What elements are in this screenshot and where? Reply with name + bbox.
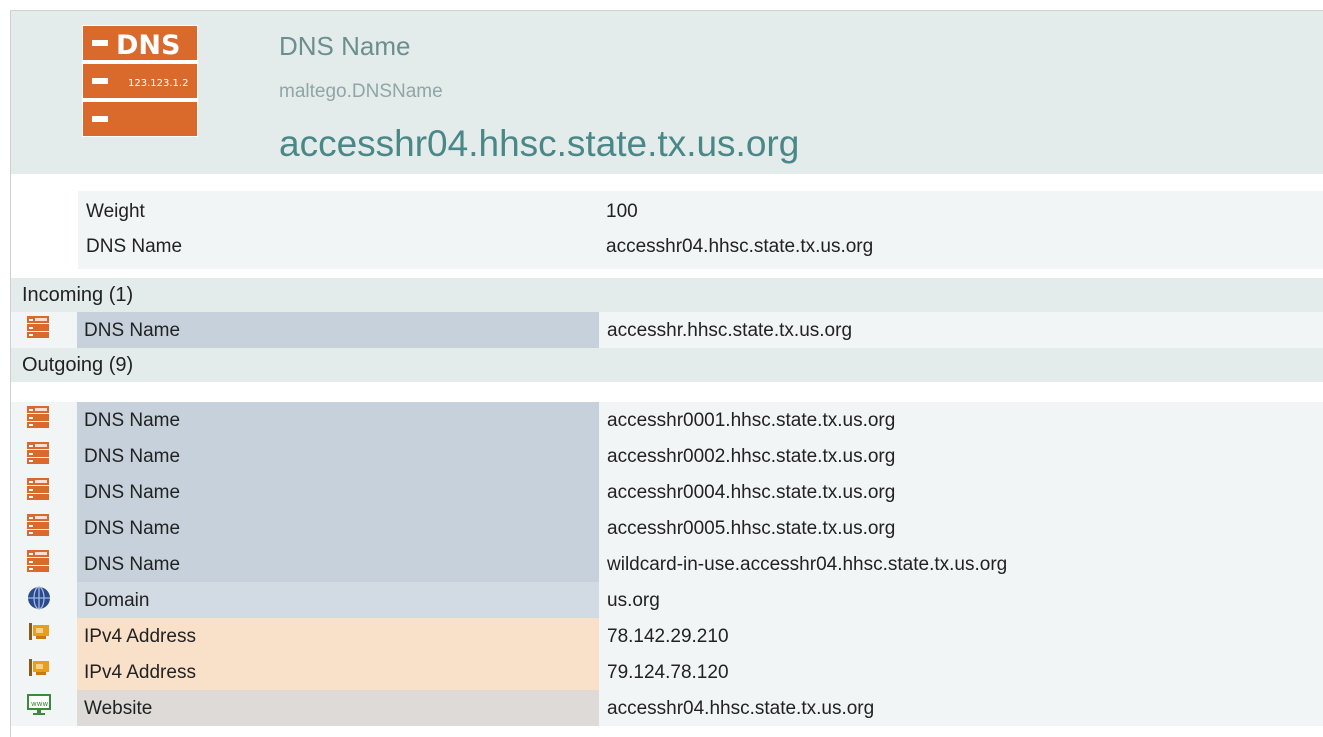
website-www-icon: www (27, 694, 53, 720)
incoming-label: Incoming (1) (22, 284, 134, 306)
link-value[interactable]: accesshr.hhsc.state.tx.us.org (607, 320, 852, 342)
entity-type-label: DNS Name (279, 31, 411, 61)
property-row: Weight 100 (78, 195, 1323, 228)
link-type-label: DNS Name (84, 482, 181, 503)
link-row[interactable]: www Website accesshr04.hhsc.state.tx.us.… (11, 690, 1323, 726)
dns-name-icon (27, 550, 53, 576)
link-type-cell: Domain (77, 582, 599, 618)
outgoing-section-header: Outgoing (9) (11, 348, 1323, 382)
property-key: DNS Name (86, 236, 183, 257)
ipv4-network-card-icon (27, 622, 53, 648)
incoming-section-header: Incoming (1) (11, 278, 1323, 312)
link-type-label: DNS Name (84, 554, 181, 575)
property-key: Weight (86, 201, 145, 222)
link-row[interactable]: Domain us.org (11, 582, 1323, 618)
link-value[interactable]: accesshr0002.hhsc.state.tx.us.org (607, 446, 895, 468)
link-type-cell: IPv4 Address (77, 654, 599, 690)
link-value[interactable]: 78.142.29.210 (607, 626, 729, 648)
link-type-label: Website (84, 698, 153, 719)
link-value[interactable]: wildcard-in-use.accesshr04.hhsc.state.tx… (607, 554, 1007, 576)
link-type-label: DNS Name (84, 446, 181, 467)
dns-name-icon (27, 316, 53, 342)
link-type-label: IPv4 Address (84, 662, 196, 683)
properties-table: Weight 100 DNS Name accesshr04.hhsc.stat… (78, 191, 1323, 269)
link-type-label: Domain (84, 590, 150, 611)
link-type-cell: DNS Name (77, 438, 599, 474)
icon-small-label: 123.123.1.2 (128, 78, 188, 89)
link-value[interactable]: 79.124.78.120 (607, 662, 729, 684)
link-row[interactable]: DNS Name accesshr.hhsc.state.tx.us.org (11, 312, 1323, 348)
property-row: DNS Name accesshr04.hhsc.state.tx.us.org (78, 230, 1323, 263)
link-row[interactable]: DNS Name wildcard-in-use.accesshr04.hhsc… (11, 546, 1323, 582)
entity-value-title: accesshr04.hhsc.state.tx.us.org (279, 123, 800, 164)
dns-name-icon (27, 514, 53, 540)
link-type-cell: DNS Name (77, 402, 599, 438)
dns-name-icon: DNS 123.123.1.2 (82, 25, 198, 137)
link-type-cell: IPv4 Address (77, 618, 599, 654)
link-value[interactable]: us.org (607, 590, 660, 612)
link-row[interactable]: DNS Name accesshr0005.hhsc.state.tx.us.o… (11, 510, 1323, 546)
link-value[interactable]: accesshr0005.hhsc.state.tx.us.org (607, 518, 895, 540)
link-type-cell: DNS Name (77, 312, 599, 348)
link-value[interactable]: accesshr04.hhsc.state.tx.us.org (607, 698, 874, 720)
domain-globe-icon (27, 586, 53, 612)
dns-name-icon (27, 478, 53, 504)
link-row[interactable]: IPv4 Address 78.142.29.210 (11, 618, 1323, 654)
link-value[interactable]: accesshr0001.hhsc.state.tx.us.org (607, 410, 895, 432)
link-type-label: DNS Name (84, 410, 181, 431)
dns-name-icon (27, 406, 53, 432)
link-row[interactable]: DNS Name accesshr0001.hhsc.state.tx.us.o… (11, 402, 1323, 438)
link-value[interactable]: accesshr0004.hhsc.state.tx.us.org (607, 482, 895, 504)
ipv4-network-card-icon (27, 658, 53, 684)
link-row[interactable]: DNS Name accesshr0004.hhsc.state.tx.us.o… (11, 474, 1323, 510)
link-row[interactable]: DNS Name accesshr0002.hhsc.state.tx.us.o… (11, 438, 1323, 474)
entity-detail-panel: DNS 123.123.1.2 DNS Name maltego.DNSName… (10, 10, 1323, 737)
link-row[interactable]: IPv4 Address 79.124.78.120 (11, 654, 1323, 690)
dns-name-icon (27, 442, 53, 468)
entity-header: DNS 123.123.1.2 DNS Name maltego.DNSName… (11, 11, 1323, 174)
link-type-cell: DNS Name (77, 546, 599, 582)
link-type-label: DNS Name (84, 320, 181, 341)
link-type-cell: DNS Name (77, 474, 599, 510)
link-type-label: IPv4 Address (84, 626, 196, 647)
entity-class-label: maltego.DNSName (279, 81, 443, 102)
svg-text:www: www (31, 700, 48, 708)
link-type-cell: DNS Name (77, 510, 599, 546)
property-value: accesshr04.hhsc.state.tx.us.org (606, 236, 874, 257)
link-type-label: DNS Name (84, 518, 181, 539)
outgoing-label: Outgoing (9) (22, 354, 134, 376)
icon-big-label: DNS (116, 30, 180, 61)
property-value: 100 (606, 201, 638, 222)
link-type-cell: Website (77, 690, 599, 726)
